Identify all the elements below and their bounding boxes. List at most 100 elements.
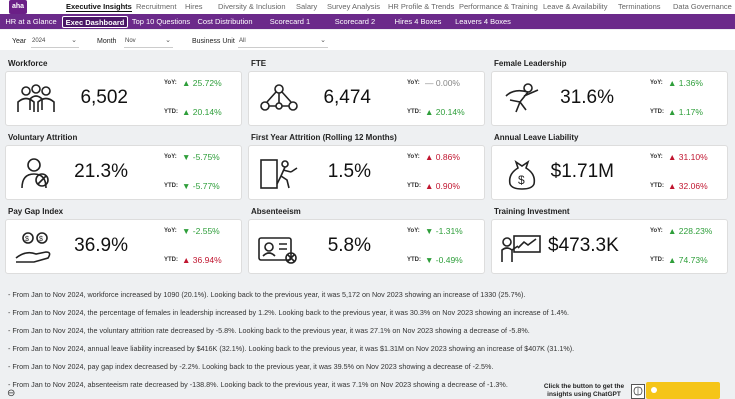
ytd-change: ▲ 36.94% [182,255,222,265]
kpi-card-training-investment: $473.3K YoY: ▲ 228.23% YTD: ▲ 74.73% [491,219,728,274]
ytd-label: YTD: [650,257,664,263]
month-select[interactable]: Nov ⌄ [124,37,173,48]
person-exit-icon [21,158,49,189]
card-title-absenteeism: Absenteeism [251,207,301,216]
note-absenteeism: - From Jan to Nov 2024, absenteeism rate… [8,380,508,389]
card-title-fte: FTE [251,59,267,68]
subtab-leavers-4-boxes[interactable]: Leavers 4 Boxes [452,16,514,28]
trend-arrow-icon: ▲ [668,226,677,236]
subtab-hr-at-a-glance[interactable]: HR at a Glance [4,16,58,28]
subtab-top-10-questions[interactable]: Top 10 Questions [131,16,191,28]
card-title-annual-leave-liability: Annual Leave Liability [494,133,579,142]
chatgpt-cta-text: Click the button to get the insights usi… [543,383,625,398]
note-annual-leave: - From Jan to Nov 2024, annual leave lia… [8,344,575,353]
tab-salary[interactable]: Salary [296,2,317,11]
brain-icon [631,384,645,399]
get-insights-button[interactable] [646,382,720,399]
trend-arrow-icon: ▼ [182,226,191,236]
subtab-exec-dashboard[interactable]: Exec Dashboard [62,16,128,28]
ytd-change: ▲ 20.14% [182,107,222,117]
trend-arrow-icon: ▼ [182,181,191,191]
trend-arrow-icon: ▲ [668,107,677,117]
card-title-voluntary-attrition: Voluntary Attrition [8,133,78,142]
subtab-scorecard-2[interactable]: Scorecard 2 [326,16,384,28]
yoy-change: ▲ 25.72% [182,78,222,88]
kpi-card-voluntary-attrition: 21.3% YoY: ▼ -5.75% YTD: ▼ -5.77% [5,145,242,200]
yoy-label: YoY: [650,80,663,86]
trend-arrow-icon: ▲ [182,255,191,265]
tab-diversity-inclusion[interactable]: Diversity & Inclusion [218,2,286,11]
yoy-value: 228.23% [678,226,713,236]
ytd-change: ▲ 20.14% [425,107,465,117]
card-value: 21.3% [74,161,128,182]
card-title-pay-gap-index: Pay Gap Index [8,207,64,216]
back-arrow-icon[interactable]: ⊖ [7,388,15,399]
yoy-value: 0.86% [435,152,460,162]
yoy-label: YoY: [164,154,177,160]
tab-terminations[interactable]: Terminations [618,2,661,11]
ytd-change: ▼ -0.49% [425,255,463,265]
yoy-value: -1.31% [435,226,463,236]
chevron-down-icon: ⌄ [320,37,326,44]
yoy-value: 25.72% [192,78,222,88]
subtab-cost-distribution[interactable]: Cost Distribution [194,16,256,28]
ytd-label: YTD: [164,109,178,115]
trend-arrow-icon: ▲ [668,78,677,88]
card-value: 6,474 [323,87,371,108]
trend-arrow-icon: ▲ [668,255,677,265]
tab-recruitment[interactable]: Recruitment [136,2,176,11]
ytd-value: 36.94% [192,255,222,265]
yoy-label: YoY: [407,228,420,234]
ytd-label: YTD: [650,109,664,115]
money-bag-icon: $ [508,160,536,190]
note-pay-gap: - From Jan to Nov 2024, pay gap index de… [8,362,494,371]
trend-arrow-icon: ▼ [425,226,434,236]
card-value: $1.71M [550,161,614,182]
tab-hires[interactable]: Hires [185,2,203,11]
subtab-hires-4-boxes[interactable]: Hires 4 Boxes [388,16,448,28]
card-title-first-year-attrition-rolling-12-months: First Year Attrition (Rolling 12 Months) [251,133,397,142]
trend-arrow-icon: ▲ [668,181,677,191]
card-value: $473.3K [548,235,619,256]
month-value: Nov [125,38,136,44]
toggle-knob [651,387,657,393]
hand-coins-icon: $ $ [15,232,51,263]
tab-leave-availability[interactable]: Leave & Availability [543,2,608,11]
business-unit-label: Business Unit [192,38,235,45]
card-value: 36.9% [74,235,128,256]
yoy-value: -5.75% [192,152,220,162]
ytd-label: YTD: [164,257,178,263]
yoy-change: ▲ 0.86% [425,152,460,162]
ytd-change: ▲ 74.73% [668,255,708,265]
chevron-down-icon: ⌄ [165,37,171,44]
door-exit-icon [260,159,298,189]
tab-hr-profile-trends[interactable]: HR Profile & Trends [388,2,454,11]
sub-navigation: HR at a Glance Exec Dashboard Top 10 Que… [0,14,735,29]
tab-performance-training[interactable]: Performance & Training [459,2,538,11]
kpi-card-pay-gap-index: $ $36.9% YoY: ▼ -2.55% YTD: ▲ 36.94% [5,219,242,274]
ytd-change: ▲ 0.90% [425,181,460,191]
business-unit-select[interactable]: All ⌄ [238,37,328,48]
ytd-value: 20.14% [192,107,222,117]
card-title-training-investment: Training Investment [494,207,570,216]
yoy-change: ▲ 1.36% [668,78,703,88]
ytd-value: 0.90% [435,181,460,191]
yoy-label: YoY: [650,228,663,234]
tab-survey-analysis[interactable]: Survey Analysis [327,2,380,11]
yoy-value: 0.00% [435,78,460,88]
tab-data-governance[interactable]: Data Governance [673,2,732,11]
yoy-value: 1.36% [678,78,703,88]
yoy-label: YoY: [407,80,420,86]
year-select[interactable]: 2024 ⌄ [31,37,79,48]
ytd-value: 1.17% [678,107,703,117]
ytd-label: YTD: [650,183,664,189]
subtab-scorecard-1[interactable]: Scorecard 1 [260,16,320,28]
card-value: 1.5% [327,161,371,182]
card-title-female-leadership: Female Leadership [494,59,567,68]
yoy-change: ▼ -5.75% [182,152,220,162]
yoy-label: YoY: [164,80,177,86]
yoy-change: ▼ -2.55% [182,226,220,236]
svg-text:$: $ [25,236,29,243]
ytd-change: ▲ 1.17% [668,107,703,117]
tab-executive-insights[interactable]: Executive Insights [66,2,132,12]
